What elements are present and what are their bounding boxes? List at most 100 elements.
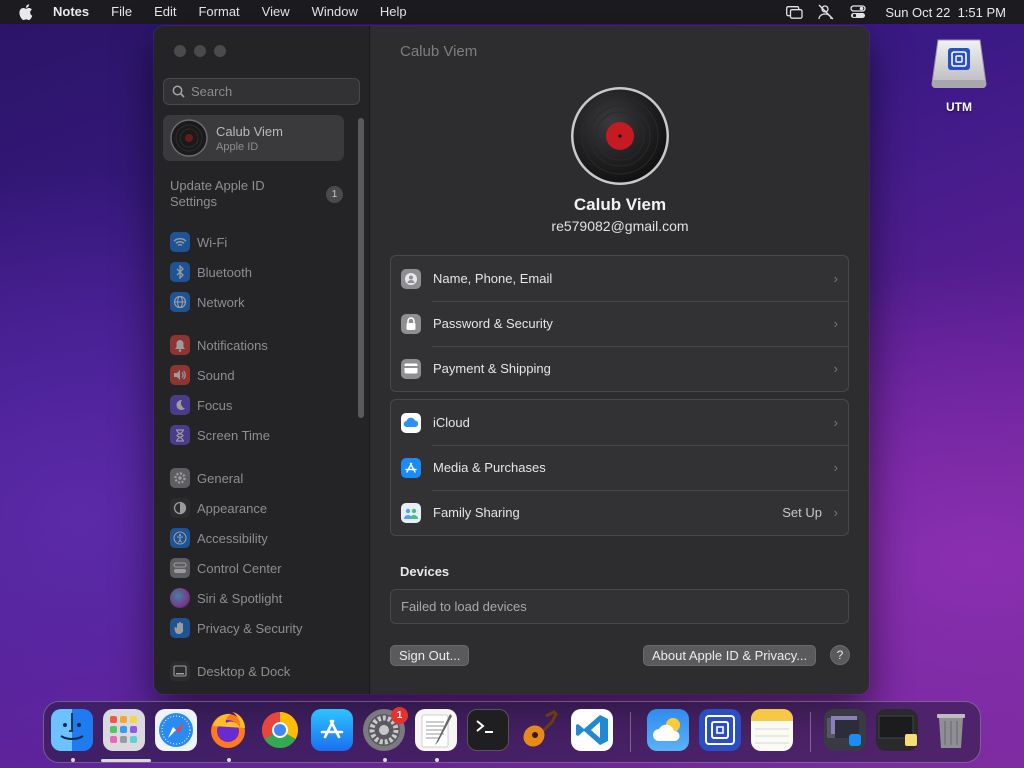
window-controls (174, 45, 226, 57)
search-input[interactable] (191, 84, 351, 99)
dock-vscode[interactable] (571, 709, 613, 751)
row-icloud[interactable]: iCloud › (391, 400, 848, 445)
running-indicator (435, 758, 439, 762)
sidebar-item-label: Siri & Spotlight (197, 590, 283, 606)
system-settings-window: Calub Viem Apple ID Update Apple ID Sett… (154, 26, 869, 694)
dock-terminal[interactable] (467, 709, 509, 751)
close-button[interactable] (174, 45, 186, 57)
dock-downloads-stack[interactable] (824, 709, 866, 751)
menu-file[interactable]: File (100, 0, 143, 24)
focus-off-icon[interactable] (817, 4, 835, 20)
notes-icon (751, 709, 793, 744)
menu-edit[interactable]: Edit (143, 0, 187, 24)
search-field[interactable] (163, 78, 360, 105)
dock-utm[interactable] (699, 709, 741, 751)
sidebar-item-bluetooth[interactable]: Bluetooth (170, 261, 252, 283)
dock-safari[interactable] (155, 709, 197, 751)
sign-out-button[interactable]: Sign Out... (390, 645, 470, 666)
row-value: Set Up (782, 505, 822, 520)
sidebar-item-privacy-security[interactable]: Privacy & Security (170, 617, 302, 639)
chevron-right-icon: › (833, 271, 838, 286)
sidebar-item-accessibility[interactable]: Accessibility (170, 527, 268, 549)
services-group: iCloud › Media & Purchases › Family Shar… (390, 399, 849, 536)
sidebar-item-network[interactable]: Network (170, 291, 245, 313)
apple-menu-icon[interactable] (0, 4, 52, 20)
menu-bar: Notes File Edit Format View Window Help … (0, 0, 1024, 24)
sidebar-update-apple-id[interactable]: Update Apple ID Settings 1 (170, 178, 343, 210)
devices-heading: Devices (400, 564, 450, 579)
dock-separator (810, 712, 811, 752)
row-label: iCloud (433, 415, 470, 430)
sidebar-item-focus[interactable]: Focus (170, 394, 232, 416)
dock-app-store[interactable] (311, 709, 353, 751)
launchpad-icon (110, 716, 137, 743)
sidebar-item-label: Wi-Fi (197, 234, 228, 250)
menu-app-name[interactable]: Notes (52, 0, 100, 24)
sidebar-item-screen-time[interactable]: Screen Time (170, 424, 270, 446)
devices-status: Failed to load devices (390, 589, 849, 624)
contact-card-icon (401, 268, 421, 289)
dock-trash[interactable] (930, 709, 972, 751)
profile-email: re579082@gmail.com (551, 218, 689, 234)
menu-window[interactable]: Window (301, 0, 369, 24)
control-center-icon[interactable] (849, 4, 867, 20)
screen-mirroring-icon[interactable] (785, 4, 803, 20)
sidebar-item-label: Network (197, 294, 245, 310)
sidebar-scrollbar[interactable] (358, 118, 364, 418)
gear-icon (170, 468, 190, 488)
dock-launchpad[interactable] (103, 709, 145, 751)
minimize-button[interactable] (194, 45, 206, 57)
sidebar-item-wifi[interactable]: Wi-Fi (170, 231, 227, 253)
chrome-icon (261, 712, 299, 749)
dock-garageband[interactable] (519, 709, 561, 751)
terminal-icon (476, 720, 493, 733)
sidebar-item-desktop-dock[interactable]: Desktop & Dock (170, 660, 290, 682)
row-password-security[interactable]: Password & Security › (391, 301, 848, 346)
trash-icon (937, 714, 965, 748)
hourglass-icon (170, 425, 190, 445)
textedit-icon (421, 714, 452, 748)
update-label: Update Apple ID Settings (170, 178, 265, 209)
about-apple-id-privacy-button[interactable]: About Apple ID & Privacy... (643, 645, 817, 666)
sidebar-item-control-center[interactable]: Control Center (170, 557, 282, 579)
sidebar-item-general[interactable]: General (170, 467, 243, 489)
zoom-button[interactable] (214, 45, 226, 57)
row-label: Family Sharing (433, 505, 520, 520)
sidebar-account-item[interactable]: Calub Viem Apple ID (163, 115, 344, 161)
dock-chrome[interactable] (259, 709, 301, 751)
menu-format[interactable]: Format (187, 0, 250, 24)
dock-firefox[interactable] (207, 709, 249, 751)
chevron-right-icon: › (833, 505, 838, 520)
sidebar-item-appearance[interactable]: Appearance (170, 497, 267, 519)
row-name-phone-email[interactable]: Name, Phone, Email › (391, 256, 848, 301)
chevron-right-icon: › (833, 460, 838, 475)
row-label: Name, Phone, Email (433, 271, 553, 286)
vscode-icon (576, 715, 608, 745)
system-settings-badge: 1 (391, 707, 408, 724)
dock-weather[interactable] (647, 709, 689, 751)
sidebar-item-siri-spotlight[interactable]: Siri & Spotlight (170, 587, 282, 609)
dock-textedit[interactable] (415, 709, 457, 751)
dock-finder[interactable] (51, 709, 93, 751)
avatar (170, 119, 208, 157)
chevron-right-icon: › (833, 316, 838, 331)
folder-stack-icon (878, 715, 917, 746)
menu-help[interactable]: Help (369, 0, 418, 24)
dock-notes[interactable] (751, 709, 793, 751)
row-family-sharing[interactable]: Family Sharing Set Up › (391, 490, 848, 535)
profile-avatar[interactable] (570, 86, 670, 186)
row-media-purchases[interactable]: Media & Purchases › (391, 445, 848, 490)
family-icon (401, 502, 421, 523)
help-button[interactable]: ? (830, 645, 850, 665)
row-payment-shipping[interactable]: Payment & Shipping › (391, 346, 848, 391)
sidebar-item-label: Sound (197, 367, 235, 383)
dock-documents-stack[interactable] (876, 709, 918, 751)
sidebar-item-label: Appearance (197, 500, 268, 516)
sidebar-item-notifications[interactable]: Notifications (170, 334, 268, 356)
app-store-icon (320, 719, 344, 739)
moon-icon (170, 395, 190, 415)
menu-clock[interactable]: Sun Oct 22 1:51 PM (885, 5, 1006, 20)
menu-view[interactable]: View (251, 0, 301, 24)
desktop-utm-volume[interactable]: UTM (928, 36, 990, 114)
sidebar-item-sound[interactable]: Sound (170, 364, 235, 386)
